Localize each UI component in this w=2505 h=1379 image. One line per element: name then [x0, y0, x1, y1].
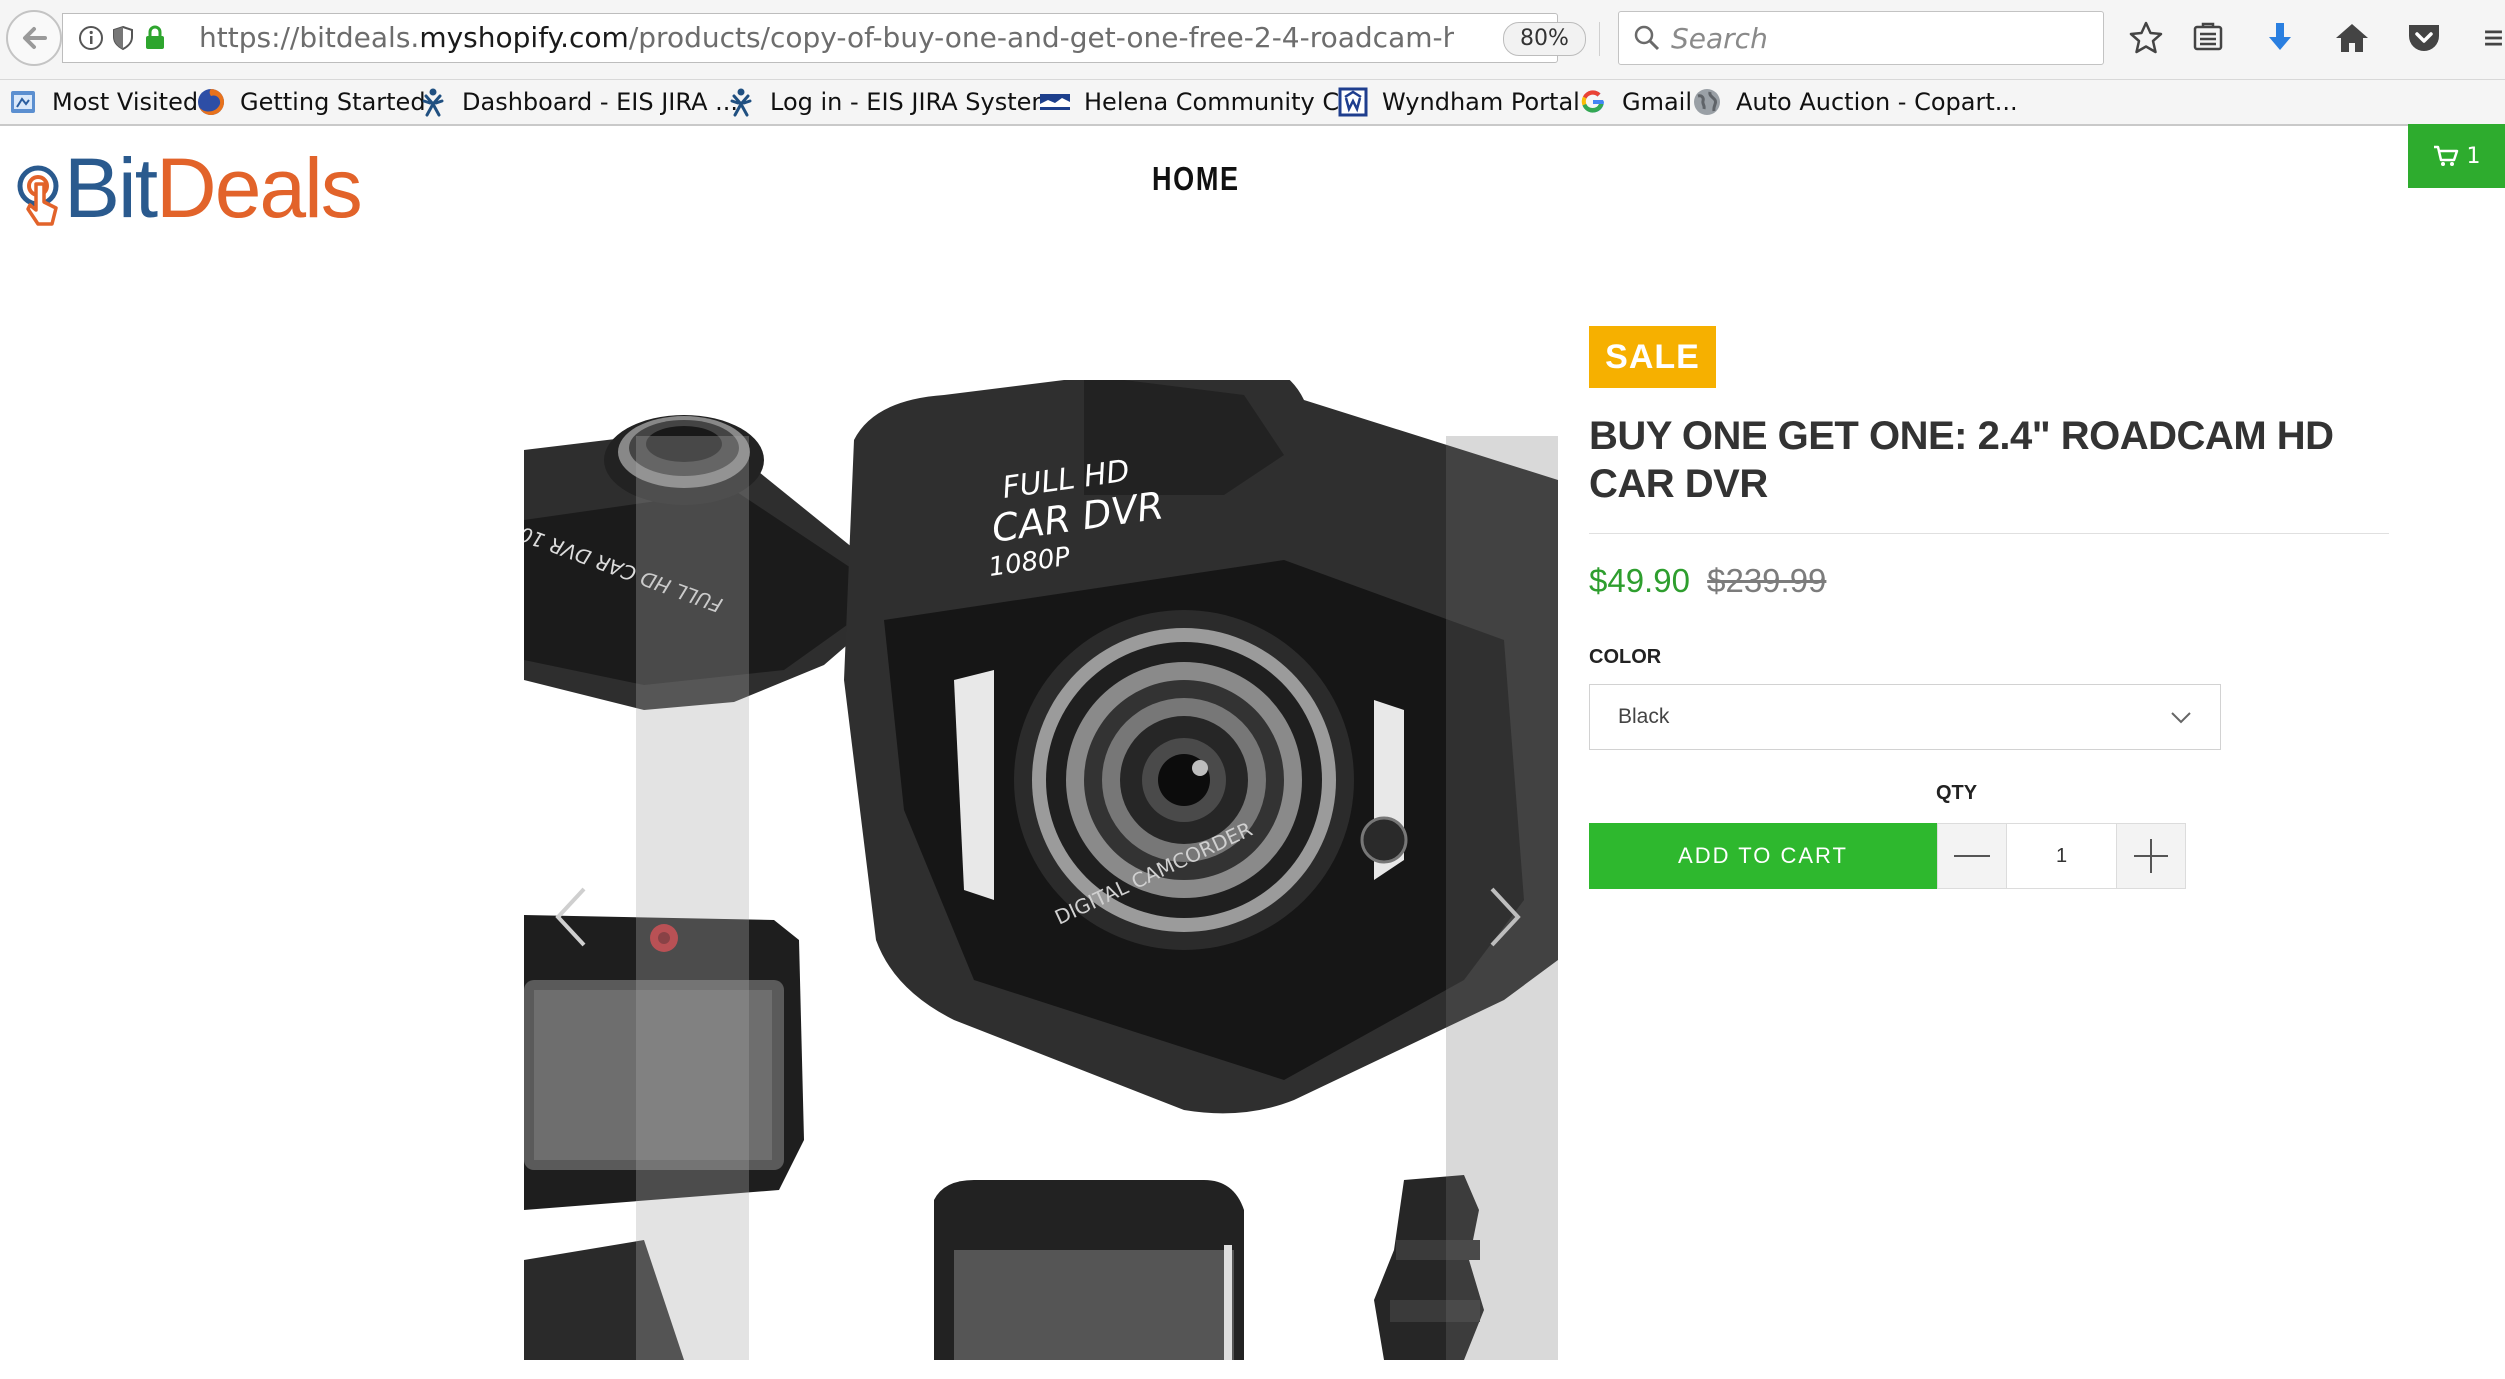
menu-icon[interactable] — [2482, 18, 2505, 58]
back-arrow-icon — [23, 27, 47, 49]
bank-icon — [1040, 87, 1070, 117]
store-logo[interactable]: BitDeals — [16, 146, 363, 230]
camera-thumbnail-bottom — [934, 1180, 1244, 1360]
jira-icon — [418, 87, 448, 117]
address-bar[interactable]: https://bitdeals.myshopify.com/products/… — [62, 13, 1642, 63]
sale-price: $49.90 — [1589, 562, 1690, 599]
sale-badge: SALE — [1589, 326, 1716, 388]
bookmarks-toolbar: Most Visited Getting Started Dashboard -… — [0, 80, 2505, 126]
gallery-prev-overlay[interactable] — [636, 436, 749, 1360]
qty-label: QTY — [1936, 782, 1978, 804]
bookmark-most-visited[interactable]: Most Visited — [8, 80, 198, 124]
secure-lock-icon[interactable] — [141, 24, 169, 52]
bookmark-star-icon[interactable] — [2126, 18, 2166, 58]
pocket-icon[interactable] — [2404, 18, 2444, 58]
browser-toolbar: https://bitdeals.myshopify.com/products/… — [0, 0, 2505, 80]
minus-icon — [1954, 855, 1990, 857]
add-to-cart-button[interactable]: ADD TO CART — [1589, 823, 1937, 889]
chevron-down-icon — [2171, 712, 2191, 724]
color-select-value: Black — [1618, 705, 1670, 728]
info-icon[interactable] — [77, 24, 105, 52]
wyndham-icon — [1338, 87, 1368, 117]
plus-icon — [2134, 839, 2168, 873]
download-icon[interactable] — [2260, 18, 2300, 58]
bookmark-gmail[interactable]: Gmail — [1578, 80, 1692, 124]
product-price: $49.90 $239.99 — [1589, 562, 1826, 600]
color-label: COLOR — [1589, 646, 1662, 668]
logo-wordmark: BitDeals — [64, 141, 363, 235]
chevron-right-icon[interactable] — [1488, 885, 1524, 949]
qty-increase-button[interactable] — [2116, 823, 2186, 889]
product-gallery[interactable]: FULL HD CAR DVR 1080P FULL HD CAR DVR 10… — [480, 359, 1558, 1360]
jira-icon — [726, 87, 756, 117]
bookmark-copart[interactable]: Auto Auction - Copart... — [1692, 80, 2018, 124]
home-icon[interactable] — [2332, 18, 2372, 58]
bookmark-jira-login[interactable]: Log in - EIS JIRA System — [726, 80, 1055, 124]
bookmark-jira-dashboard[interactable]: Dashboard - EIS JIRA ... — [418, 80, 738, 124]
tracking-shield-icon[interactable] — [109, 24, 137, 52]
zoom-level-badge[interactable]: 80% — [1503, 22, 1586, 56]
search-bar[interactable] — [1618, 11, 2104, 65]
search-input[interactable] — [1671, 12, 2091, 64]
bookmark-helena-cu[interactable]: Helena Community CU — [1040, 80, 1357, 124]
most-visited-icon — [8, 87, 38, 117]
color-select[interactable]: Black — [1589, 684, 2221, 750]
quantity-input[interactable] — [2007, 823, 2116, 889]
cart-button[interactable]: 1 — [2408, 124, 2505, 188]
compare-at-price: $239.99 — [1707, 562, 1827, 599]
qty-decrease-button[interactable] — [1937, 823, 2007, 889]
firefox-icon — [196, 87, 226, 117]
divider — [1589, 533, 2389, 534]
google-icon — [1578, 87, 1608, 117]
globe-icon — [1692, 87, 1722, 117]
logo-touch-icon — [17, 165, 59, 226]
bookmark-getting-started[interactable]: Getting Started — [196, 80, 426, 124]
cart-icon — [2433, 145, 2458, 166]
search-icon — [1634, 25, 1660, 51]
url-text[interactable]: https://bitdeals.myshopify.com/products/… — [199, 14, 1454, 62]
url-separator — [1599, 22, 1600, 56]
bookmark-wyndham[interactable]: Wyndham Portal — [1338, 80, 1580, 124]
back-button[interactable] — [6, 10, 62, 66]
reading-list-icon[interactable] — [2188, 18, 2228, 58]
nav-home-link[interactable]: HOME — [1152, 160, 1240, 198]
cart-count: 1 — [2466, 143, 2481, 169]
chevron-left-icon[interactable] — [552, 885, 588, 949]
product-title: BUY ONE GET ONE: 2.4" ROADCAM HD CAR DVR — [1589, 414, 2334, 506]
